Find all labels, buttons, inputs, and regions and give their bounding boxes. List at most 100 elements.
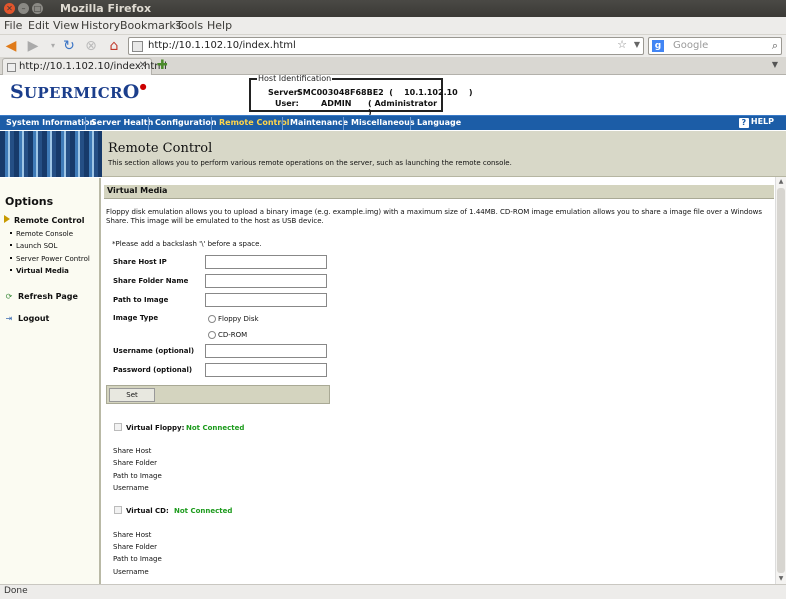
virtual-media-panel: Virtual Media Floppy disk emulation allo… — [104, 185, 774, 584]
page-scrollbar[interactable]: ▲ ▼ — [775, 177, 786, 584]
menu-bar: File Edit View History Bookmarks Tools H… — [0, 17, 786, 35]
path-to-image-input[interactable] — [205, 293, 327, 307]
sidebar-item-remote-console[interactable]: Remote Console — [10, 230, 73, 238]
scroll-up-icon[interactable]: ▲ — [776, 177, 786, 187]
maximize-window-icon[interactable]: □ — [32, 3, 43, 14]
set-button[interactable]: Set — [109, 388, 155, 402]
menu-file[interactable]: File — [4, 19, 22, 32]
virtual-cd-status: Not Connected — [174, 507, 233, 515]
search-icon[interactable]: ⌕ — [772, 39, 778, 53]
navigation-toolbar: ◀ ▶ ▾ ↻ ⊗ ⌂ http://10.1.102.10/index.htm… — [0, 35, 786, 57]
help-icon: ? — [738, 118, 749, 128]
cd-path-to-image-label: Path to Image — [113, 555, 162, 563]
new-tab-icon[interactable]: ✚ — [157, 58, 168, 73]
menu-edit[interactable]: Edit — [28, 19, 49, 32]
nav-system-information[interactable]: System Information — [6, 118, 95, 127]
menu-history[interactable]: History — [81, 19, 120, 32]
server-label: Server: — [268, 88, 301, 97]
floppy-disk-label: Floppy Disk — [218, 315, 259, 323]
virtual-media-description: Floppy disk emulation allows you to uplo… — [106, 208, 762, 225]
google-engine-icon[interactable]: g — [652, 40, 664, 52]
nav-separator — [343, 117, 344, 130]
section-subtitle: This section allows you to perform vario… — [108, 159, 512, 167]
tab-list-icon[interactable]: ▼ — [772, 60, 778, 69]
path-to-image-label: Path to Image — [113, 296, 169, 304]
virtual-floppy-checkbox[interactable] — [114, 423, 122, 431]
window-title: Mozilla Firefox — [60, 2, 152, 15]
menu-bookmarks[interactable]: Bookmarks — [120, 19, 181, 32]
password-input[interactable] — [205, 363, 327, 377]
tab-strip: http://10.1.102.10/index.html ✕ ✚ ▼ — [0, 57, 786, 75]
selected-arrow-icon — [4, 215, 10, 223]
host-identification-legend: Host Identification — [257, 75, 333, 83]
refresh-icon[interactable]: ⟳ — [4, 292, 14, 301]
url-dropdown-icon[interactable]: ▼ — [634, 40, 640, 49]
back-icon[interactable]: ◀ — [2, 37, 20, 55]
floppy-path-to-image-label: Path to Image — [113, 472, 162, 480]
help-button[interactable]: ? HELP — [738, 117, 774, 128]
server-rack-banner-image — [0, 131, 102, 177]
refresh-page-link[interactable]: Refresh Page — [18, 292, 78, 301]
menu-view[interactable]: View — [53, 19, 79, 32]
search-placeholder[interactable]: Google — [673, 40, 708, 51]
nav-separator — [85, 117, 86, 130]
logout-icon[interactable]: ⇥ — [4, 314, 14, 323]
menu-help[interactable]: Help — [207, 19, 232, 32]
floppy-disk-radio[interactable] — [208, 315, 216, 323]
nav-server-health[interactable]: Server Health — [91, 118, 153, 127]
status-text: Done — [4, 586, 28, 596]
tab-current[interactable]: http://10.1.102.10/index.html ✕ — [2, 58, 167, 75]
section-title: Remote Control — [108, 141, 213, 156]
search-box[interactable]: g Google ⌕ — [648, 37, 782, 55]
sidebar-item-remote-control[interactable]: Remote Control — [14, 216, 85, 225]
username-label: Username (optional) — [113, 347, 195, 355]
sidebar-item-launch-sol[interactable]: Launch SOL — [10, 242, 57, 250]
tab-close-icon[interactable]: ✕ — [139, 60, 147, 71]
supermicro-logo: SUPERMICRO● — [10, 81, 147, 103]
home-icon[interactable]: ⌂ — [105, 37, 123, 55]
logout-link[interactable]: Logout — [18, 314, 49, 323]
nav-miscellaneous[interactable]: Miscellaneous — [351, 118, 415, 127]
site-identity-icon[interactable] — [132, 41, 143, 52]
user-label: User: — [275, 99, 299, 108]
virtual-floppy-status: Not Connected — [186, 424, 245, 432]
virtual-media-title: Virtual Media — [107, 186, 168, 195]
cd-rom-label: CD-ROM — [218, 331, 248, 339]
set-button-bar: Set — [106, 385, 330, 404]
virtual-cd-checkbox[interactable] — [114, 506, 122, 514]
share-folder-name-input[interactable] — [205, 274, 327, 288]
scrollbar-thumb[interactable] — [777, 188, 785, 573]
floppy-share-host-label: Share Host — [113, 447, 152, 455]
nav-configuration[interactable]: Configuration — [155, 118, 217, 127]
share-host-ip-input[interactable] — [205, 255, 327, 269]
options-sidebar: Options Remote Control Remote Console La… — [0, 178, 101, 584]
stop-icon[interactable]: ⊗ — [82, 37, 100, 55]
menu-tools[interactable]: Tools — [176, 19, 203, 32]
virtual-cd-label: Virtual CD: — [126, 507, 169, 515]
user-value: ADMIN — [321, 99, 352, 108]
server-value: SMC003048F68BE2 ( 10.1.102.10 ) — [297, 88, 473, 97]
host-identification-box: Host Identification Server: SMC003048F68… — [249, 75, 473, 117]
username-input[interactable] — [205, 344, 327, 358]
url-bar[interactable]: http://10.1.102.10/index.html ☆ ▼ — [128, 37, 644, 55]
nav-language[interactable]: Language — [417, 118, 461, 127]
page-content: SUPERMICRO● Host Identification Server: … — [0, 75, 786, 584]
nav-separator — [211, 117, 212, 130]
floppy-share-folder-label: Share Folder — [113, 459, 158, 467]
floppy-username-label: Username — [113, 484, 149, 492]
sidebar-item-server-power-control[interactable]: Server Power Control — [10, 255, 90, 263]
sidebar-item-virtual-media[interactable]: Virtual Media — [10, 267, 69, 275]
close-window-icon[interactable]: ✕ — [4, 3, 15, 14]
cd-rom-radio[interactable] — [208, 331, 216, 339]
minimize-window-icon[interactable]: – — [18, 3, 29, 14]
nav-separator — [282, 117, 283, 130]
section-header: Remote Control This section allows you t… — [0, 131, 786, 177]
nav-remote-control[interactable]: Remote Control — [219, 118, 290, 127]
bookmark-star-icon[interactable]: ☆ — [617, 38, 627, 51]
cd-share-folder-label: Share Folder — [113, 543, 158, 551]
forward-icon[interactable]: ▶ — [24, 37, 42, 55]
nav-maintenance[interactable]: Maintenance — [290, 118, 348, 127]
reload-icon[interactable]: ↻ — [60, 37, 78, 55]
url-text[interactable]: http://10.1.102.10/index.html — [148, 40, 296, 51]
scroll-down-icon[interactable]: ▼ — [776, 574, 786, 584]
